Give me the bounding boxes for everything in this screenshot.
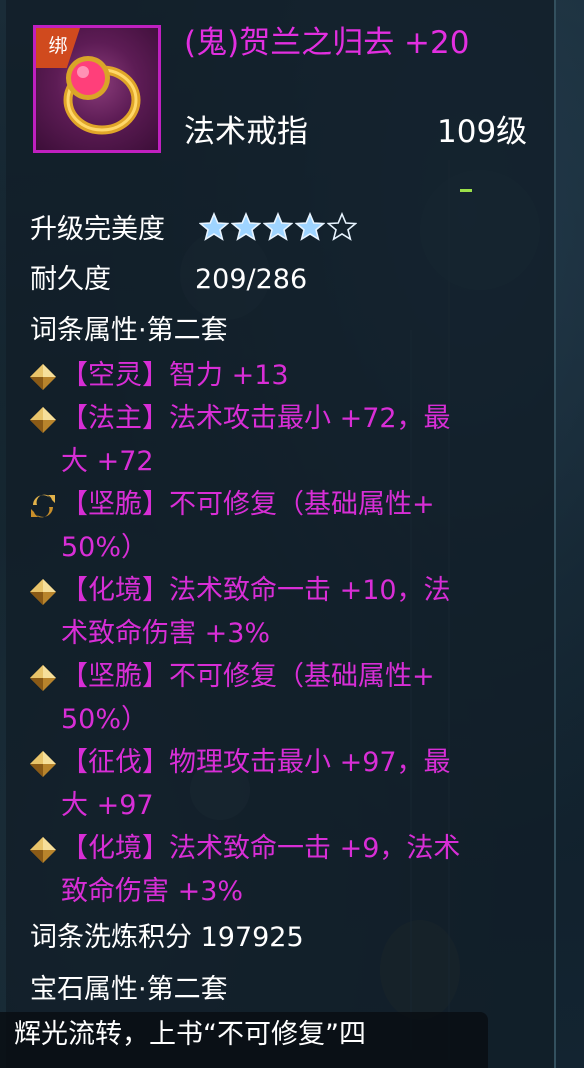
attribute-line: 术致命伤害 +3% xyxy=(61,618,271,649)
attribute-text: 【化境】法术致命一击 +9，法术 致命伤害 +3% xyxy=(61,827,531,913)
item-type: 法术戒指 xyxy=(184,114,308,150)
item-title: (鬼)贺兰之归去 +20 xyxy=(184,25,470,61)
attribute-line: 大 +97 xyxy=(61,790,154,821)
attribute-line: 【化境】法术致命一击 +10，法 xyxy=(61,575,451,606)
star-filled-icon xyxy=(263,212,293,241)
attribute-line: 【空灵】智力 +13 xyxy=(61,360,289,391)
durability-value: 209/286 xyxy=(195,264,308,295)
gold-diamond-icon xyxy=(30,407,56,433)
star-empty-icon xyxy=(327,212,357,241)
gold-diamond-icon xyxy=(30,579,56,605)
attribute-line: 致命伤害 +3% xyxy=(61,876,244,907)
gold-diamond-icon xyxy=(30,665,56,691)
ring-item-icon[interactable]: 绑 xyxy=(33,25,161,153)
attribute-line: 【坚脆】不可修复（基础属性+ xyxy=(61,489,435,520)
gold-diamond-icon xyxy=(30,751,56,777)
attribute-text: 【化境】法术致命一击 +10，法 术致命伤害 +3% xyxy=(61,569,531,655)
attribute-text: 【坚脆】不可修复（基础属性+ 50%） xyxy=(61,655,531,741)
star-filled-icon xyxy=(199,212,229,241)
perfection-stars xyxy=(199,212,357,248)
refresh-swap-icon xyxy=(31,494,55,518)
attribute-text: 【征伐】物理攻击最小 +97，最大 +97 xyxy=(61,741,531,827)
refine-score: 词条洗炼积分 197925 xyxy=(30,922,304,953)
attribute-text: 【法主】法术攻击最小 +72，最大 +72 xyxy=(61,397,531,483)
star-filled-icon xyxy=(231,212,261,241)
perfection-label: 升级完美度 xyxy=(30,214,165,245)
attribute-line: 50%） xyxy=(61,704,149,735)
attribute-line: 【征伐】物理攻击最小 +97，最 xyxy=(61,747,451,778)
gem-attributes-header: 宝石属性·第二套 xyxy=(30,974,228,1005)
attribute-line: 大 +72 xyxy=(61,446,154,477)
gold-diamond-icon xyxy=(30,364,56,390)
attribute-line: 【化境】法术致命一击 +9，法术 xyxy=(61,833,461,864)
durability-label: 耐久度 xyxy=(30,264,111,295)
gold-diamond-icon xyxy=(30,837,56,863)
attribute-line: 【法主】法术攻击最小 +72，最 xyxy=(61,403,451,434)
attributes-header: 词条属性·第二套 xyxy=(30,315,228,346)
green-marker xyxy=(460,189,472,192)
chat-bubble-text: 辉光流转，上书“不可修复”四 xyxy=(14,1019,366,1050)
star-filled-icon xyxy=(295,212,325,241)
attribute-line: 50%） xyxy=(61,532,149,563)
attribute-text: 【坚脆】不可修复（基础属性+ 50%） xyxy=(61,483,531,569)
attribute-line: 【坚脆】不可修复（基础属性+ xyxy=(61,661,435,692)
attribute-text: 【空灵】智力 +13 xyxy=(61,354,531,397)
item-level: 109级 xyxy=(437,114,528,150)
